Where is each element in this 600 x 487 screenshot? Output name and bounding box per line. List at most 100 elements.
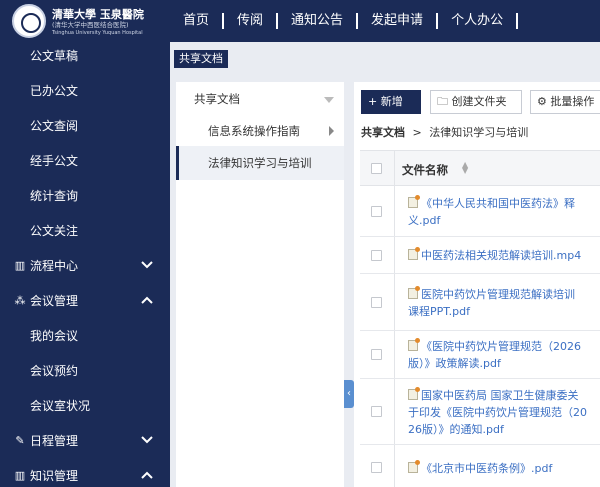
sidebar-item-label: 会议室状况 [30,398,91,413]
file-name-line: 《医院中药饮片管理规范（2026 [408,338,598,355]
table-row[interactable]: 医院中药饮片管理规范解读培训 课程PPT.pdf [360,274,600,331]
flow-icon: ▥ [14,258,26,272]
caret-down-icon [324,97,334,103]
row-checkbox[interactable] [371,296,382,308]
tree-node-legal-training[interactable]: 法律知识学习与培训 [176,146,344,180]
file-name-text: 于印发《医院中药饮片管理规范（20 [408,405,587,419]
sidebar-item-done-docs[interactable]: 已办公文 [0,73,170,107]
chevron-up-icon [140,468,154,482]
nav-apply[interactable]: 发起申请 [358,13,439,29]
table-row[interactable]: 《北京市中医药条例》.pdf [360,445,600,487]
file-name-text: 《医院中药饮片管理规范（2026 [421,340,581,353]
chevron-down-icon [140,433,154,447]
file-name-text: 《北京市中医药条例》.pdf [421,461,553,475]
file-name-link[interactable]: 医院中药饮片管理规范解读培训 课程PPT.pdf [408,285,598,320]
sidebar-group-knowledge[interactable]: ▥ 知识管理 [0,458,170,487]
row-checkbox[interactable] [371,349,382,360]
main-nav: 首页 传阅 通知公告 发起申请 个人办公 [170,0,519,42]
sidebar-item-drafts[interactable]: 公文草稿 [0,42,170,72]
file-name-text: 国家中医药局 国家卫生健康委关 [421,388,579,402]
file-name-line: 26版）》的通知.pdf [408,421,598,438]
table-row[interactable]: 《医院中药饮片管理规范（2026 版）》政策解读.pdf [360,331,600,379]
file-name-text: 课程PPT.pdf [408,304,471,318]
tab-bar: 共享文档 [170,42,600,74]
hospital-logo[interactable]: 清華大學 玉泉醫院 (清华大学中西医结合医院) Tsinghua Univers… [12,4,160,38]
breadcrumb-current: 法律知识学习与培训 [429,126,529,139]
file-name-link[interactable]: 《北京市中医药条例》.pdf [408,459,598,477]
folder-tree: 共享文档 信息系统操作指南 法律知识学习与培训 [176,82,344,487]
file-name-line: 版）》政策解读.pdf [408,355,598,372]
sidebar-item-label: 我的会议 [30,328,79,343]
tree-node-system-guide[interactable]: 信息系统操作指南 [176,116,344,146]
create-folder-button[interactable]: 🗀 创建文件夹 [430,90,522,114]
create-folder-label: 创建文件夹 [451,95,507,108]
sidebar-group-meeting[interactable]: ⁂ 会议管理 [0,283,170,317]
sidebar-item-my-meetings[interactable]: 我的会议 [0,318,170,352]
file-name-line: 医院中药饮片管理规范解读培训 [408,285,598,303]
file-icon [408,285,420,299]
sidebar-item-label: 日程管理 [30,433,79,448]
table-row[interactable]: 中医药法相关规范解读培训.mp4 [360,237,600,274]
sidebar-item-doc-follow[interactable]: 公文关注 [0,213,170,247]
tree-node-label: 信息系统操作指南 [208,124,300,138]
file-icon [408,247,420,260]
gear-icon: ⚙ [537,95,551,108]
breadcrumb-root[interactable]: 共享文档 [361,126,405,139]
file-name-link[interactable]: 《医院中药饮片管理规范（2026 版）》政策解读.pdf [408,338,598,372]
file-name-link[interactable]: 中医药法相关规范解读培训.mp4 [408,247,598,264]
sidebar-item-meeting-booking[interactable]: 会议预约 [0,353,170,387]
column-divider [394,379,395,444]
tree-root-shared-docs[interactable]: 共享文档 [176,84,344,114]
file-name-line: 《中华人民共和国中医药法》释 [408,194,598,212]
row-checkbox[interactable] [371,462,382,473]
row-checkbox[interactable] [371,406,382,417]
logo-name: 清華大學 玉泉醫院 [52,8,144,21]
file-name-text: 版）》政策解读.pdf [408,357,501,370]
select-all-checkbox[interactable] [371,163,382,174]
file-panel: + 新增 🗀 创建文件夹 ⚙ 批量操作 共享文档 > 法律知识学习与培训 文件名… [354,82,600,487]
file-name-link[interactable]: 《中华人民共和国中医药法》释 义.pdf [408,194,598,229]
chevron-up-icon [140,293,154,307]
table-header: 文件名称 ▲ ▼ [360,150,600,186]
file-icon [408,386,420,400]
column-divider [394,445,395,487]
column-divider [394,274,395,330]
row-checkbox[interactable] [371,249,382,261]
file-name-line: 课程PPT.pdf [408,303,598,320]
sidebar-item-label: 统计查询 [30,188,79,203]
nav-personal-office[interactable]: 个人办公 [438,13,519,29]
top-bar: 清華大學 玉泉醫院 (清华大学中西医结合医院) Tsinghua Univers… [0,0,600,42]
nav-circulate[interactable]: 传阅 [224,13,279,29]
file-name-line: 《北京市中医药条例》.pdf [408,459,598,477]
file-name-line: 于印发《医院中药饮片管理规范（20 [408,404,598,421]
file-icon [408,459,420,473]
file-icon [408,194,420,208]
column-file-name[interactable]: 文件名称 [402,162,448,178]
sidebar-item-room-status[interactable]: 会议室状况 [0,388,170,422]
add-button[interactable]: + 新增 [361,90,421,114]
sort-icon[interactable]: ▲ ▼ [462,161,468,175]
batch-operation-button[interactable]: ⚙ 批量操作 [530,90,600,114]
collapse-tree-button[interactable]: ‹ [344,380,354,408]
file-name-line: 中医药法相关规范解读培训.mp4 [408,247,598,264]
sidebar-item-stats-query[interactable]: 统计查询 [0,178,170,212]
sidebar: 公文草稿 已办公文 公文查阅 经手公文 统计查询 公文关注 ▥ 流程中心 ⁂ 会… [0,42,170,487]
file-name-text: 26版）》的通知.pdf [408,422,504,436]
sidebar-group-flow-center[interactable]: ▥ 流程中心 [0,248,170,282]
tab-shared-docs[interactable]: 共享文档 [174,50,228,68]
sidebar-item-handled-docs[interactable]: 经手公文 [0,143,170,177]
nav-notices[interactable]: 通知公告 [278,13,359,29]
file-icon [408,338,420,351]
table-row[interactable]: 《中华人民共和国中医药法》释 义.pdf [360,186,600,237]
tree-node-label: 法律知识学习与培训 [208,156,312,170]
sidebar-item-label: 流程中心 [30,258,79,273]
flow-icon: ▥ [14,468,26,482]
sidebar-group-schedule[interactable]: ✎ 日程管理 [0,423,170,457]
table-row[interactable]: 国家中医药局 国家卫生健康委关 于印发《医院中药饮片管理规范（20 26版）》的通知… [360,379,600,445]
nav-home[interactable]: 首页 [170,13,225,29]
file-name-link[interactable]: 国家中医药局 国家卫生健康委关 于印发《医院中药饮片管理规范（20 26版）》的通知… [408,386,598,438]
file-name-text: 中医药法相关规范解读培训.mp4 [421,249,582,262]
sidebar-item-label: 已办公文 [30,83,79,98]
sidebar-item-doc-lookup[interactable]: 公文查阅 [0,108,170,142]
row-checkbox[interactable] [371,205,382,217]
